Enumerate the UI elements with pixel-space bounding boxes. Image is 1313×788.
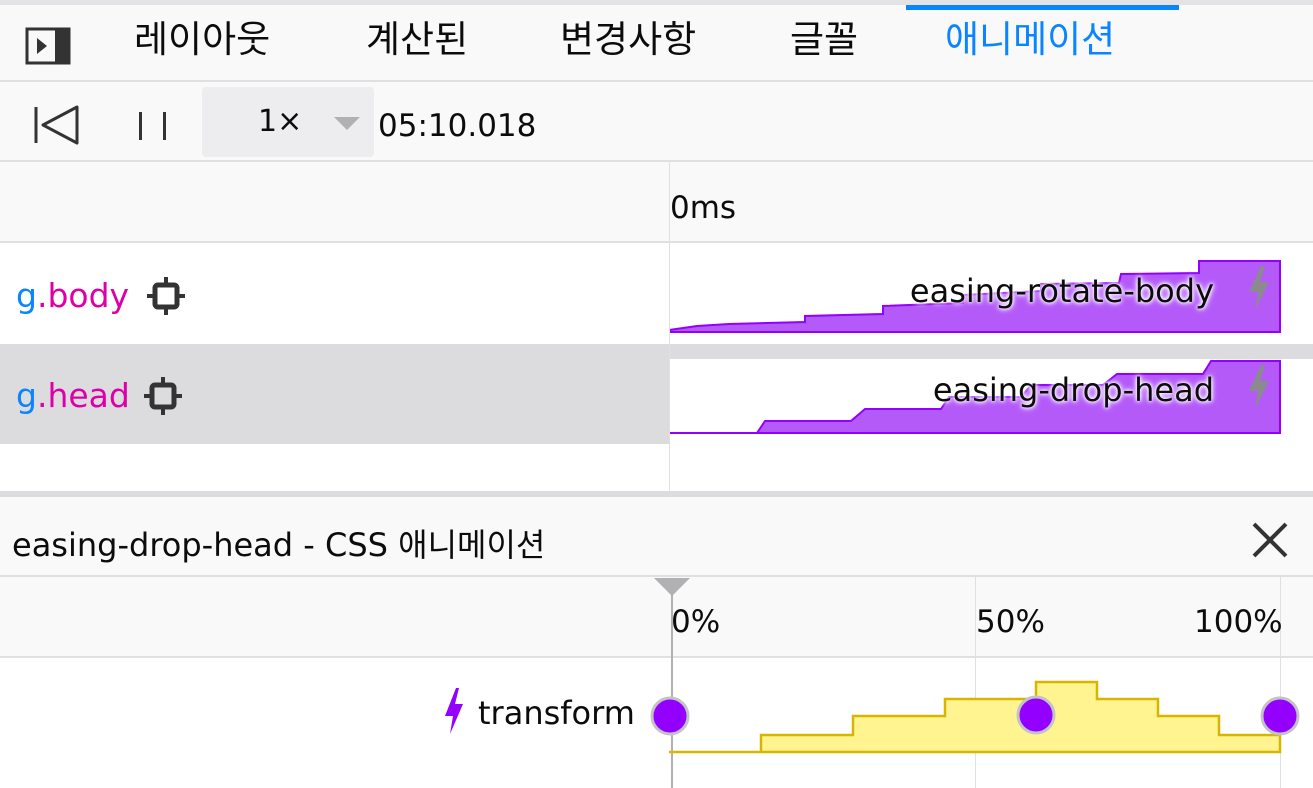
close-icon[interactable] <box>1250 520 1290 560</box>
property-name: transform <box>478 694 635 732</box>
sidebar-toggle-icon[interactable] <box>25 27 71 69</box>
element-tag-head[interactable]: g.head <box>16 376 130 415</box>
animation-row-body[interactable]: g.body easing-rotate-body <box>0 244 1313 344</box>
keyframe-0[interactable] <box>650 696 690 740</box>
current-time: 05:10.018 <box>378 108 537 144</box>
tab-changes[interactable]: 변경사항 <box>560 5 696 75</box>
tab-computed[interactable]: 계산된 <box>366 5 468 75</box>
progress-tick-0: 0% <box>671 604 721 640</box>
crosshair-icon[interactable] <box>144 377 182 419</box>
progress-tick-50: 50% <box>976 604 1045 640</box>
keyframe-100[interactable] <box>1260 696 1300 740</box>
lightning-icon <box>444 688 464 738</box>
timeline-divider <box>669 162 670 494</box>
lightning-icon <box>1247 365 1271 413</box>
details-title: easing-drop-head - CSS 애니메이션 <box>12 526 546 564</box>
tab-fonts[interactable]: 글꼴 <box>790 5 858 75</box>
progress-tick-100: 100% <box>1194 604 1283 640</box>
rewind-icon[interactable] <box>33 104 81 150</box>
pause-icon[interactable] <box>136 110 170 146</box>
element-tag-body[interactable]: g.body <box>16 276 129 315</box>
timing-graph <box>669 680 1283 760</box>
animation-name-body: easing-rotate-body <box>909 272 1214 310</box>
keyframe-60[interactable] <box>1016 695 1056 739</box>
lightning-icon <box>1247 266 1271 314</box>
tab-layout[interactable]: 레이아웃 <box>134 5 270 75</box>
animation-row-head[interactable]: g.head easing-drop-head <box>0 344 1313 444</box>
playback-rate-value: 1× <box>258 104 303 139</box>
timeline-header <box>0 162 1313 243</box>
dropdown-arrow-icon <box>334 116 360 135</box>
crosshair-icon[interactable] <box>147 277 185 319</box>
animation-toolbar <box>0 82 1313 162</box>
timeline-tick-start: 0ms <box>670 190 737 226</box>
tab-animations[interactable]: 애니메이션 <box>945 5 1115 75</box>
animation-name-head: easing-drop-head <box>932 371 1214 409</box>
